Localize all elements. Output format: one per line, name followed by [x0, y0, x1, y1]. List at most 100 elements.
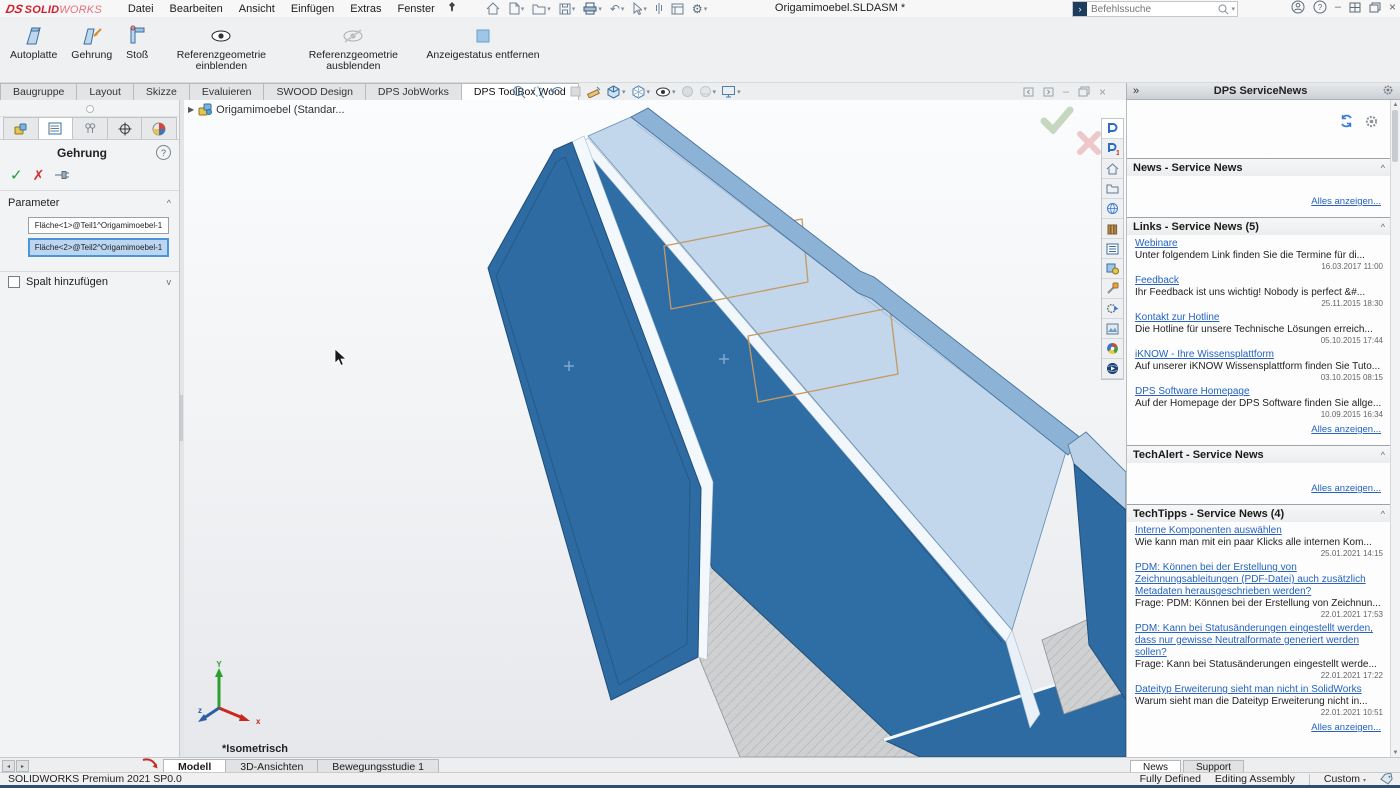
ribbon-tab-evaluieren[interactable]: Evaluieren [189, 83, 265, 100]
menu-ansicht[interactable]: Ansicht [231, 2, 283, 16]
show-all-link[interactable]: Alles anzeigen... [1311, 722, 1381, 733]
refresh-icon[interactable] [1339, 114, 1354, 128]
tree-expand-icon[interactable]: ▶ [188, 105, 194, 114]
zoom-area-icon[interactable] [531, 85, 545, 99]
face-selection-field-1[interactable]: Fläche<1>@Teil1^Origamimoebel-1 [28, 217, 169, 234]
ribbon-tab-layout[interactable]: Layout [76, 83, 134, 100]
new-document-icon[interactable]: ▾ [505, 2, 528, 15]
save-icon[interactable]: ▾ [556, 3, 579, 15]
section-header[interactable]: TechAlert - Service News^ [1127, 445, 1391, 463]
close-button[interactable]: × [1389, 0, 1396, 14]
doc-close-button[interactable]: × [1099, 85, 1106, 99]
file-explorer-tab-icon[interactable] [1102, 179, 1123, 199]
undo-icon[interactable]: ↶▾ [607, 2, 628, 16]
select-icon[interactable]: ▾ [629, 2, 650, 15]
model-tab-bewegungsstudie-1[interactable]: Bewegungsstudie 1 [317, 759, 439, 773]
tab-configurationmanager[interactable] [72, 117, 108, 139]
refgeo-einblenden-button[interactable]: Referenzgeometrie einblenden [158, 22, 284, 74]
section-collapse-icon[interactable]: ^ [1381, 163, 1385, 173]
measure-icon[interactable] [587, 85, 601, 98]
dps-servicenews-tab-icon[interactable] [1102, 119, 1123, 139]
ribbon-tab-dps-jobworks[interactable]: DPS JobWorks [365, 83, 462, 100]
model-3d[interactable] [184, 100, 1126, 757]
news-item-link[interactable]: DPS Software Homepage [1135, 386, 1383, 398]
menu-einfügen[interactable]: Einfügen [283, 2, 342, 16]
section-header[interactable]: TechTipps - Service News (4)^ [1127, 504, 1391, 522]
minimize-button[interactable]: – [1335, 1, 1341, 13]
display-style-icon[interactable]: ▾ [631, 85, 651, 99]
pane-settings-gear-icon[interactable] [1382, 84, 1394, 99]
confirm-cancel-icon[interactable] [1076, 130, 1102, 159]
view-palette-tab-icon[interactable] [1102, 239, 1123, 259]
show-all-link[interactable]: Alles anzeigen... [1311, 424, 1381, 435]
news-item-link[interactable]: PDM: Können bei der Erstellung von Zeich… [1135, 562, 1383, 598]
model-tab-modell[interactable]: Modell [163, 759, 226, 773]
section-collapse-icon[interactable]: ^ [1381, 222, 1385, 232]
addins-tab-icon[interactable] [1102, 299, 1123, 319]
tab-featuremanager[interactable] [3, 117, 39, 139]
scroll-up-icon[interactable]: ▲ [1391, 100, 1400, 109]
tab-scroll-buttons[interactable]: ◂▸ [2, 760, 29, 772]
zoom-fit-icon[interactable] [512, 85, 526, 99]
configuration-selector[interactable]: Custom ▾ [1324, 773, 1366, 785]
properties-icon[interactable] [668, 3, 687, 15]
pin-menu-icon[interactable] [447, 1, 457, 16]
face-selection-field-2[interactable]: Fläche<2>@Teil2^Origamimoebel-1 [28, 238, 169, 257]
scroll-down-icon[interactable]: ▼ [1391, 748, 1400, 757]
tab-propertymanager[interactable] [38, 117, 74, 139]
appearances-tab-icon[interactable] [1102, 259, 1123, 279]
search-input[interactable] [1087, 4, 1218, 15]
custom-properties-tab-icon[interactable] [1102, 279, 1123, 299]
news-item-link[interactable]: Feedback [1135, 275, 1383, 287]
dps-support-tab-icon[interactable]: 1 [1102, 139, 1123, 159]
graphics-viewport[interactable]: ▶ Origamimoebel (Standar... Y x z *Isome… [184, 100, 1126, 757]
news-item-link[interactable]: iKNOW - Ihre Wissensplattform [1135, 349, 1383, 361]
news-settings-gear-icon[interactable] [1364, 114, 1379, 129]
section-header[interactable]: News - Service News^ [1127, 158, 1391, 176]
home-icon[interactable] [483, 2, 503, 15]
news-item-link[interactable]: Kontakt zur Hotline [1135, 312, 1383, 324]
panel-resize-grip[interactable] [0, 100, 179, 117]
ribbon-tab-swood-design[interactable]: SWOOD Design [263, 83, 365, 100]
scroll-thumb[interactable] [1392, 110, 1398, 162]
forum-tab-icon[interactable] [1102, 199, 1123, 219]
command-search[interactable]: › ▾ [1072, 1, 1238, 17]
sw-content-tab-icon[interactable] [1102, 319, 1123, 339]
section-view-icon[interactable] [569, 85, 582, 98]
flyout-feature-tree[interactable]: ▶ Origamimoebel (Standar... [188, 103, 345, 116]
tree-item-label[interactable]: Origamimoebel (Standar... [216, 104, 344, 116]
open-icon[interactable]: ▾ [529, 3, 554, 15]
gap-checkbox[interactable] [8, 276, 20, 288]
help-icon[interactable]: ? [1313, 0, 1327, 14]
anzeigestatus-entfernen-button[interactable]: Anzeigestatus entfernen [422, 22, 543, 63]
prev-window-icon[interactable] [1023, 87, 1034, 97]
news-item-link[interactable]: Interne Komponenten auswählen [1135, 525, 1383, 537]
section-header[interactable]: Links - Service News (5)^ [1127, 217, 1391, 235]
section-collapse-icon[interactable]: ^ [1381, 509, 1385, 519]
menu-datei[interactable]: Datei [120, 2, 162, 16]
menu-extras[interactable]: Extras [342, 2, 389, 16]
cancel-button[interactable]: ✗ [33, 167, 45, 184]
gehrung-button[interactable]: Gehrung [67, 22, 116, 63]
refgeo-ausblenden-button[interactable]: Referenzgeometrie ausblenden [290, 22, 416, 74]
model-tab-3d-ansichten[interactable]: 3D-Ansichten [225, 759, 318, 773]
news-item-link[interactable]: Webinare [1135, 238, 1383, 250]
browser-tab-icon[interactable] [1102, 339, 1123, 359]
show-all-link[interactable]: Alles anzeigen... [1311, 196, 1381, 207]
tab-displaymanager[interactable] [141, 117, 177, 139]
print-icon[interactable]: ▾ [580, 2, 605, 15]
previous-view-icon[interactable] [550, 86, 564, 98]
keep-visible-pin-icon[interactable] [54, 170, 70, 180]
doc-restore-button[interactable] [1078, 86, 1090, 97]
next-window-icon[interactable] [1043, 87, 1054, 97]
media-tab-icon[interactable] [1102, 359, 1123, 379]
doc-minimize-button[interactable]: – [1063, 86, 1069, 98]
news-item-link[interactable]: PDM: Kann bei Statusänderungen eingestel… [1135, 623, 1383, 659]
view-orientation-icon[interactable]: ▾ [606, 85, 626, 99]
pane-scrollbar[interactable]: ▲ ▼ [1390, 100, 1400, 757]
resources-alert-icon[interactable] [141, 758, 159, 772]
view-settings-icon[interactable]: ▾ [721, 85, 741, 98]
ribbon-tab-baugruppe[interactable]: Baugruppe [0, 83, 77, 100]
tile-windows-button[interactable] [1349, 2, 1361, 13]
show-all-link[interactable]: Alles anzeigen... [1311, 483, 1381, 494]
